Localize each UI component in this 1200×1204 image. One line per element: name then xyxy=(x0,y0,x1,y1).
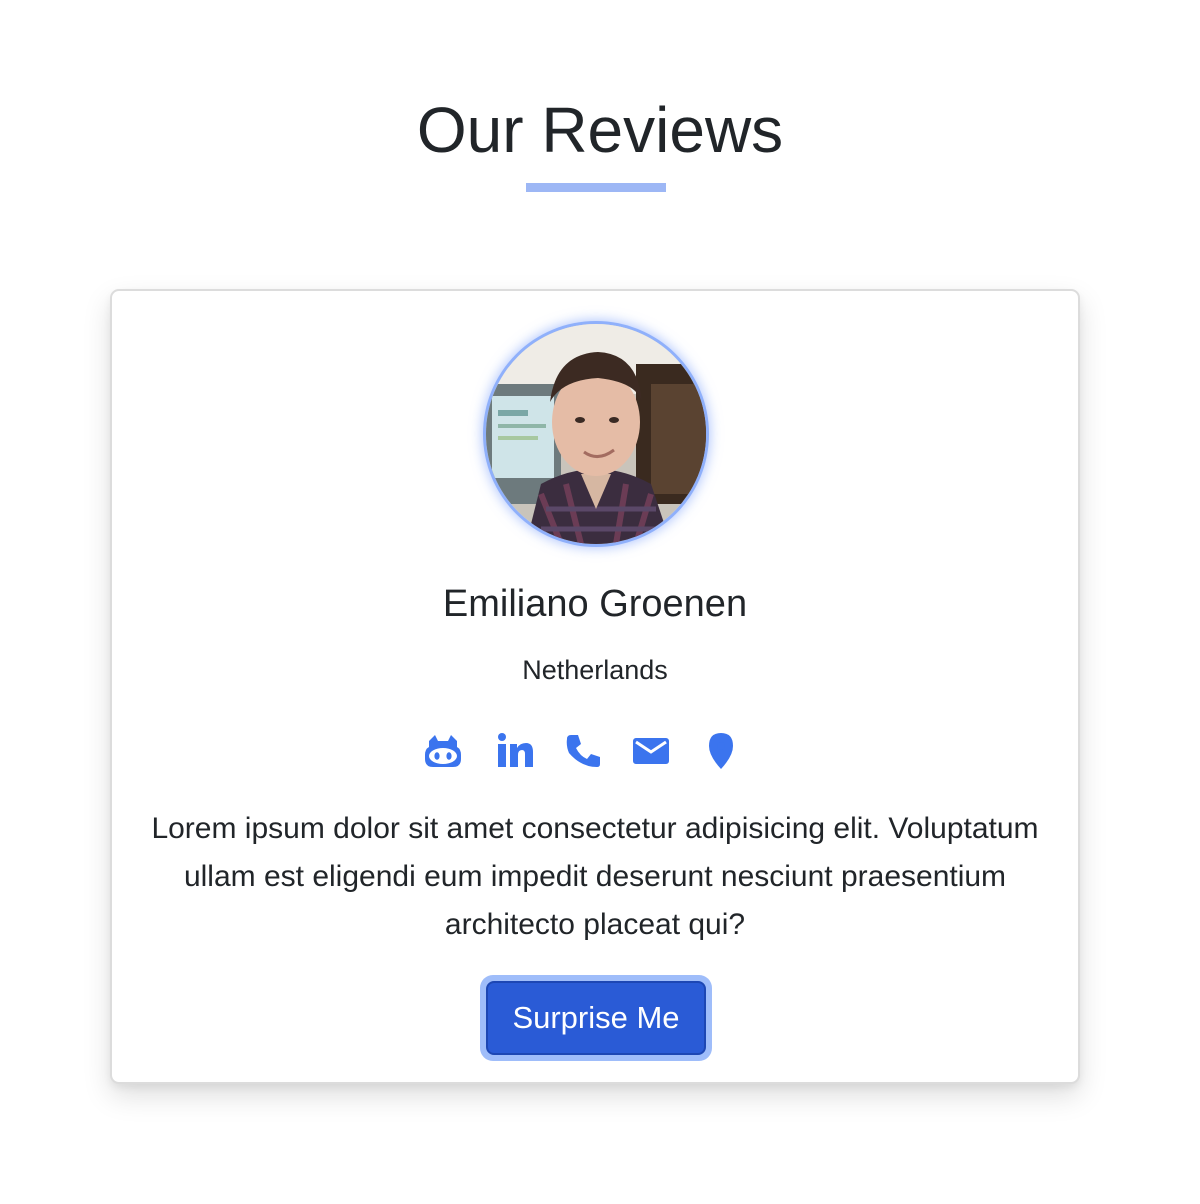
reviewer-name: Emiliano Groenen xyxy=(442,583,748,625)
surprise-me-button[interactable]: Surprise Me xyxy=(480,975,712,1061)
avatar xyxy=(486,324,706,544)
title-underline xyxy=(526,183,666,192)
page-title: Our Reviews xyxy=(416,94,784,166)
avatar-photo xyxy=(486,324,706,544)
linkedin-icon[interactable] xyxy=(495,731,535,771)
surprise-me-label: Surprise Me xyxy=(486,981,706,1055)
review-card: Emiliano Groenen Netherlands Lorem ipsum… xyxy=(110,289,1080,1084)
phone-icon[interactable] xyxy=(563,731,603,771)
github-icon[interactable] xyxy=(423,731,463,771)
review-text: Lorem ipsum dolor sit amet consectetur a… xyxy=(151,812,1039,941)
reviewer-country: Netherlands xyxy=(522,655,668,685)
location-icon[interactable] xyxy=(701,731,741,771)
social-links xyxy=(423,731,767,771)
email-icon[interactable] xyxy=(631,731,671,771)
